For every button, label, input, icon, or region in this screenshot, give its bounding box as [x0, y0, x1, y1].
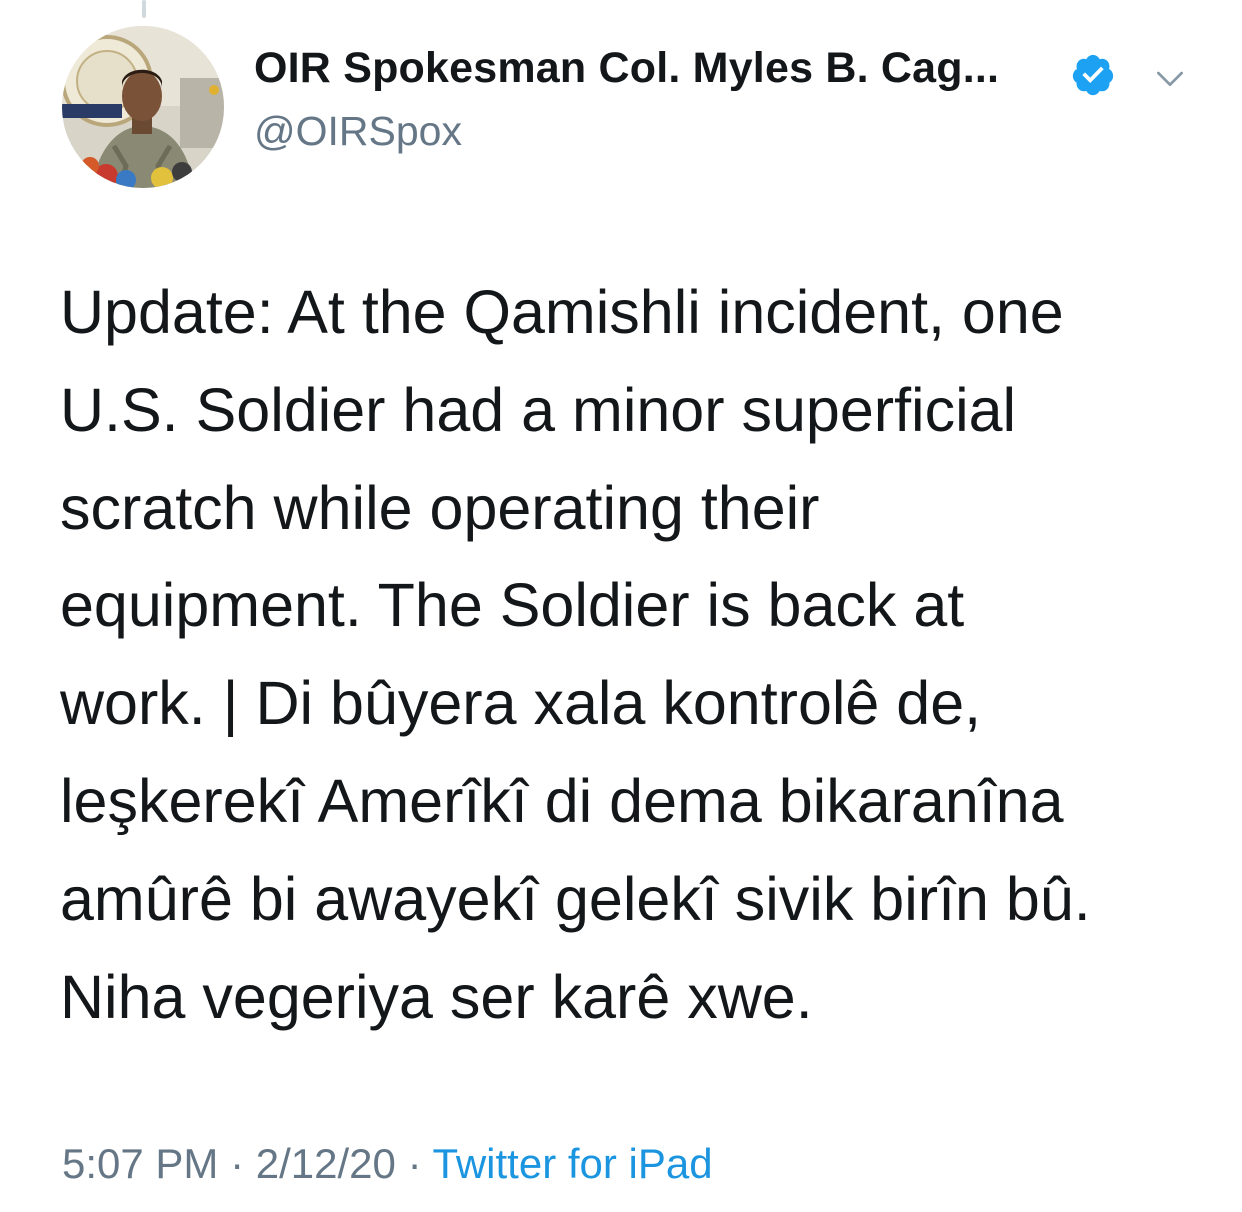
tweet-text-line: Update: At the Qamishli incident, one — [60, 278, 1064, 346]
tweet-text-line: amûrê bi awayekî gelekî sivik birîn bû. — [60, 864, 1091, 933]
avatar-image — [62, 26, 224, 188]
chevron-down-icon[interactable] — [1150, 58, 1190, 98]
meta-separator: · — [407, 1140, 422, 1187]
tweet-text: Update: At the Qamishli incident, one U.… — [60, 264, 1200, 1046]
tweet-metadata: 5:07 PM · 2/12/20 · Twitter for iPad — [62, 1140, 713, 1188]
tweet-text-line: work. | Di bûyera xala kontrolê de, — [60, 669, 982, 738]
avatar[interactable] — [62, 26, 224, 188]
author-display-name[interactable]: OIR Spokesman Col. Myles B. Cag... — [254, 44, 999, 93]
tweet-text-line: Niha vegeriya ser karê xwe. — [60, 962, 813, 1031]
tweet-text-line: leşkerekî Amerîkî di dema bikaranîna — [60, 766, 1064, 835]
tweet-text-line: equipment. The Soldier is back at — [60, 571, 965, 640]
tweet-source-link[interactable]: Twitter for iPad — [433, 1140, 713, 1187]
thread-connector-line — [142, 0, 146, 18]
verified-badge-icon — [1072, 54, 1114, 96]
meta-separator: · — [230, 1140, 245, 1187]
tweet-text-line: U.S. Soldier had a minor superficial — [60, 375, 1017, 444]
tweet-date[interactable]: 2/12/20 — [256, 1140, 396, 1187]
tweet-text-line: scratch while operating their — [60, 473, 820, 542]
author-handle[interactable]: @OIRSpox — [254, 108, 462, 155]
tweet-time[interactable]: 5:07 PM — [62, 1140, 218, 1187]
